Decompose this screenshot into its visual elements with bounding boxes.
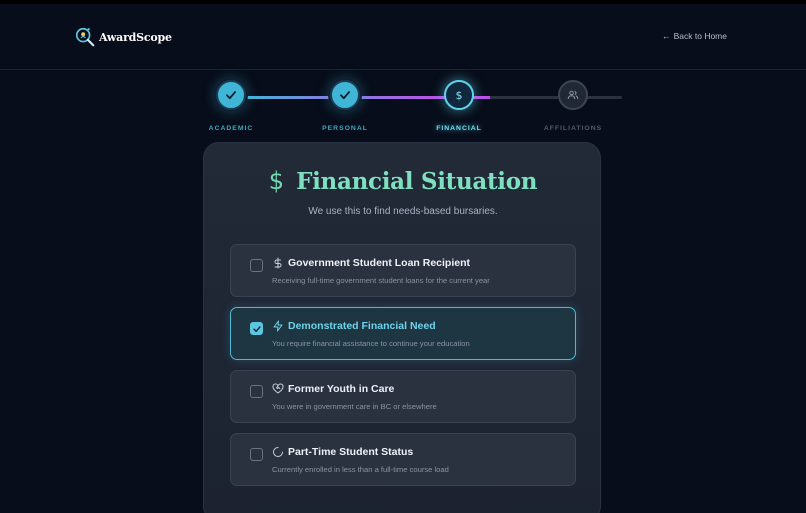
step-personal[interactable] [330, 80, 360, 110]
header: AwardScope ← Back to Home [0, 4, 806, 70]
dollar-icon: $ [455, 88, 463, 102]
option-description: Currently enrolled in less than a full-t… [272, 465, 449, 474]
back-link-label: Back to Home [673, 31, 727, 41]
check-icon [340, 91, 350, 100]
step-academic[interactable] [216, 80, 246, 110]
option-description: You require financial assistance to cont… [272, 339, 470, 348]
option-demonstrated-financial-need[interactable]: Demonstrated Financial Need You require … [230, 307, 576, 360]
magnifier-award-icon [75, 27, 95, 47]
checkbox[interactable] [250, 259, 263, 272]
users-icon [567, 90, 579, 100]
option-title: Demonstrated Financial Need [288, 320, 436, 332]
checkbox[interactable] [250, 385, 263, 398]
financial-situation-card: $ Financial Situation We use this to fin… [203, 142, 601, 513]
check-icon [252, 325, 261, 332]
option-title: Government Student Loan Recipient [288, 257, 471, 269]
option-description: You were in government care in BC or els… [272, 402, 437, 411]
lightning-icon [273, 320, 283, 332]
brand-logo[interactable]: AwardScope [74, 26, 172, 48]
check-icon [226, 91, 236, 100]
page-title: $ Financial Situation [204, 167, 602, 195]
step-connector-1 [244, 96, 332, 99]
step-connector-2 [358, 96, 446, 99]
option-part-time-student-status[interactable]: Part-Time Student Status Currently enrol… [230, 433, 576, 486]
step-label-personal: PERSONAL [322, 125, 368, 132]
option-government-student-loan[interactable]: Government Student Loan Recipient Receiv… [230, 244, 576, 297]
brand-name: AwardScope [99, 30, 172, 44]
option-title: Part-Time Student Status [288, 446, 414, 458]
page-subtitle: We use this to find needs-based bursarie… [308, 206, 498, 217]
loader-icon [273, 447, 283, 457]
step-label-academic: ACADEMIC [208, 125, 254, 132]
step-label-financial: FINANCIAL [436, 125, 482, 132]
checkbox-checked[interactable] [250, 322, 263, 335]
back-to-home-link[interactable]: ← Back to Home [662, 31, 727, 41]
checkbox[interactable] [250, 448, 263, 461]
step-label-affiliations: AFFILIATIONS [543, 125, 603, 132]
heart-handshake-icon [272, 383, 284, 394]
dollar-icon: $ [268, 167, 285, 195]
step-connector-3 [472, 96, 622, 99]
page-title-text: Financial Situation [296, 167, 538, 195]
arrow-left-icon: ← [662, 31, 671, 41]
step-financial[interactable]: $ [444, 80, 474, 110]
step-affiliations[interactable] [558, 80, 588, 110]
progress-stepper: ACADEMIC PERSONAL $ FINANCIAL AFFILIATIO… [0, 74, 806, 138]
dollar-icon [274, 257, 282, 269]
option-former-youth-in-care[interactable]: Former Youth in Care You were in governm… [230, 370, 576, 423]
option-description: Receiving full-time government student l… [272, 276, 490, 285]
option-title: Former Youth in Care [288, 383, 395, 395]
